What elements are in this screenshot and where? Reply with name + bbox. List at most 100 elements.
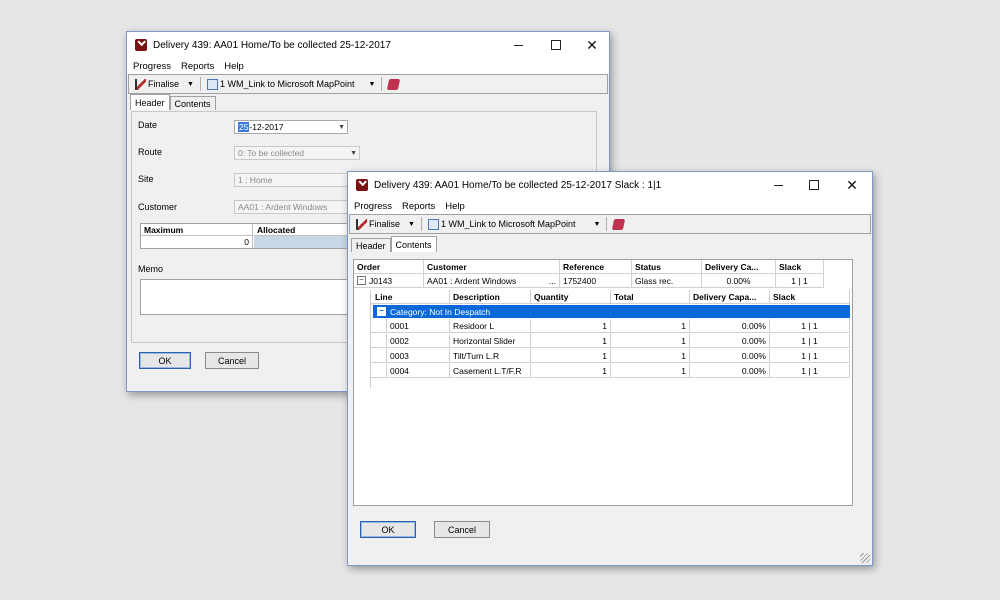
col-reference[interactable]: Reference (560, 260, 632, 274)
date-rest: -12-2017 (249, 122, 284, 132)
memo-label: Memo (138, 264, 164, 274)
book-icon[interactable] (387, 78, 401, 90)
customer-ellipsis-button[interactable]: ... (549, 276, 556, 286)
front-delivery-window: Delivery 439: AA01 Home/To be collected … (347, 171, 873, 566)
toolbar-separator (606, 217, 608, 231)
chevron-down-icon[interactable]: ▼ (187, 81, 194, 88)
mappoint-button[interactable]: 1 WM_Link to Microsoft MapPoint ▼ (425, 216, 604, 232)
slack-cell: 1 | 1 (776, 274, 824, 288)
total-cell: 1 (611, 319, 690, 333)
finalise-label: Finalise (148, 79, 180, 89)
table-row[interactable]: 0002 Horizontal Slider 1 1 0.00% 1 | 1 (371, 334, 850, 348)
lines-header-row: Line Description Quantity Total Delivery… (371, 290, 850, 304)
col-order[interactable]: Order (354, 260, 424, 274)
col-slack[interactable]: Slack (770, 290, 850, 304)
line-indent (371, 319, 387, 333)
menu-reports[interactable]: Reports (402, 201, 435, 212)
table-row[interactable]: 0001 Residoor L 1 1 0.00% 1 | 1 (371, 319, 850, 333)
tab-contents[interactable]: Contents (169, 96, 216, 110)
line-indent (371, 349, 387, 363)
back-ok-button[interactable]: OK (139, 352, 191, 369)
menu-progress[interactable]: Progress (133, 61, 171, 72)
menu-help[interactable]: Help (445, 201, 465, 212)
slack-cell: 1 | 1 (770, 334, 850, 348)
delivery-cell: 0.00% (690, 349, 770, 363)
site-label: Site (138, 174, 154, 184)
collapse-icon[interactable]: − (377, 307, 386, 316)
finalise-button[interactable]: Finalise ▼ (132, 76, 197, 92)
line-cell: 0002 (387, 334, 450, 348)
mappoint-button[interactable]: 1 WM_Link to Microsoft MapPoint ▼ (204, 76, 379, 92)
col-line[interactable]: Line (371, 290, 450, 304)
delivery-cell: 0.00% (690, 319, 770, 333)
description-cell: Casement L.T/F.R (450, 364, 531, 378)
mappoint-label: 1 WM_Link to Microsoft MapPoint (440, 219, 576, 229)
front-ok-button[interactable]: OK (360, 521, 416, 538)
map-icon (206, 78, 218, 90)
lines-subgrid: Line Description Quantity Total Delivery… (370, 290, 850, 388)
col-total[interactable]: Total (611, 290, 690, 304)
line-cell: 0001 (387, 319, 450, 333)
line-cell: 0004 (387, 364, 450, 378)
description-cell: Tilt/Turn L.R (450, 349, 531, 363)
order-header-row: Order Customer Reference Status Delivery… (354, 260, 824, 274)
order-cell: − J0143 (354, 274, 424, 288)
category-row[interactable]: − Category: Not In Despatch (373, 305, 850, 318)
col-status[interactable]: Status (632, 260, 702, 274)
category-label: Category: Not In Despatch (390, 306, 491, 317)
back-title-bar[interactable]: Delivery 439: AA01 Home/To be collected … (127, 32, 609, 58)
quantity-cell: 1 (531, 334, 611, 348)
allocation-table: Maximum Allocated 0 (140, 223, 352, 249)
resize-grip-icon[interactable] (860, 553, 870, 563)
map-icon (427, 218, 439, 230)
col-quantity[interactable]: Quantity (531, 290, 611, 304)
line-cell: 0003 (387, 349, 450, 363)
tab-header[interactable]: Header (351, 238, 391, 252)
chevron-down-icon[interactable]: ▼ (594, 221, 601, 228)
total-cell: 1 (611, 349, 690, 363)
menu-progress[interactable]: Progress (354, 201, 392, 212)
memo-textarea[interactable] (140, 279, 352, 315)
table-row[interactable]: 0003 Tilt/Turn L.R 1 1 0.00% 1 | 1 (371, 349, 850, 363)
line-indent (371, 334, 387, 348)
front-window-title: Delivery 439: AA01 Home/To be collected … (374, 179, 662, 191)
line-indent (371, 364, 387, 378)
chevron-down-icon[interactable]: ▼ (408, 221, 415, 228)
col-customer[interactable]: Customer (424, 260, 560, 274)
slack-cell: 1 | 1 (770, 364, 850, 378)
order-row[interactable]: − J0143 AA01 : Ardent Windows ... 175240… (354, 274, 824, 288)
site-field[interactable]: 1 : Home (234, 173, 352, 187)
minimize-icon[interactable] (501, 32, 535, 58)
front-title-bar[interactable]: Delivery 439: AA01 Home/To be collected … (348, 172, 872, 198)
finalise-button[interactable]: Finalise ▼ (353, 216, 418, 232)
customer-label: Customer (138, 202, 178, 212)
front-cancel-button[interactable]: Cancel (434, 521, 490, 538)
finalise-label: Finalise (369, 219, 401, 229)
chevron-down-icon[interactable]: ▼ (369, 81, 376, 88)
menu-help[interactable]: Help (224, 61, 244, 72)
back-cancel-button[interactable]: Cancel (205, 352, 259, 369)
close-icon[interactable]: ✕ (835, 172, 869, 198)
maximize-icon[interactable] (797, 172, 831, 198)
customer-value: AA01 : Ardent Windows (238, 202, 328, 212)
delivery-cell: 0.00% (702, 274, 776, 288)
route-select[interactable]: 0: To be collected ▼ (234, 146, 360, 160)
col-slack[interactable]: Slack (776, 260, 824, 274)
col-description[interactable]: Description (450, 290, 531, 304)
collapse-icon[interactable]: − (357, 276, 366, 285)
menu-reports[interactable]: Reports (181, 61, 214, 72)
col-delivery-capacity[interactable]: Delivery Ca... (702, 260, 776, 274)
chevron-down-icon[interactable]: ▼ (338, 124, 345, 131)
date-field[interactable]: 25 -12-2017 ▼ (234, 120, 348, 134)
tab-contents[interactable]: Contents (390, 236, 437, 252)
minimize-icon[interactable] (761, 172, 795, 198)
col-delivery-capacity[interactable]: Delivery Capa... (690, 290, 770, 304)
maximum-value[interactable]: 0 (141, 236, 253, 248)
table-row[interactable]: 0004 Casement L.T/F.R 1 1 0.00% 1 | 1 (371, 364, 850, 378)
status-cell: Glass rec. (632, 274, 702, 288)
maximize-icon[interactable] (539, 32, 573, 58)
tab-header[interactable]: Header (130, 94, 170, 110)
book-icon[interactable] (612, 218, 626, 230)
close-icon[interactable]: ✕ (575, 32, 609, 58)
customer-field[interactable]: AA01 : Ardent Windows (234, 200, 352, 214)
